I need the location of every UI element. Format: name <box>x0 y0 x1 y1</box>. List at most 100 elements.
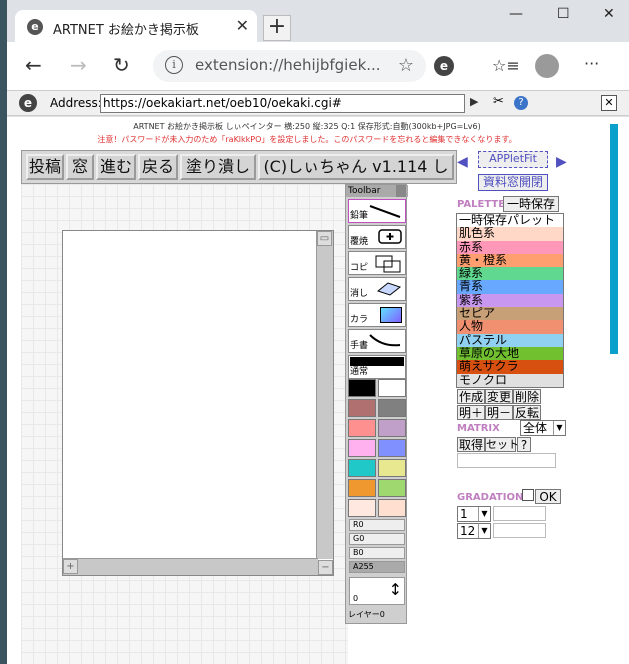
document-window-toggle[interactable]: 資料窓開閉 <box>478 174 548 191</box>
redo-button[interactable]: 進む <box>96 154 136 180</box>
go-icon[interactable]: ▶ <box>470 95 478 108</box>
reload-icon[interactable]: ↻ <box>113 53 130 77</box>
gradation-input-1[interactable] <box>493 506 546 521</box>
palette-item[interactable]: 草原の大地 <box>457 346 563 361</box>
freehand-tool[interactable]: 手書 <box>348 329 406 353</box>
gradation-checkbox[interactable] <box>522 489 534 501</box>
ie-tab-extension-icon[interactable]: e <box>434 56 454 76</box>
delete-button[interactable]: 削除 <box>513 389 541 404</box>
color-swatch[interactable] <box>378 419 406 437</box>
address-bar[interactable]: i extension://hehijbfgiek... ☆ <box>153 50 426 82</box>
palette-item[interactable]: 青系 <box>457 280 563 294</box>
palette-item[interactable]: 萌えサクラ <box>457 360 563 374</box>
palette-item[interactable]: 一時保存パレット <box>457 214 563 228</box>
color-swatch[interactable] <box>348 379 376 397</box>
color-swatch[interactable] <box>348 399 376 417</box>
color-swatch[interactable] <box>348 479 376 497</box>
invert-button[interactable]: 反転 <box>513 405 541 420</box>
tab-artnet[interactable]: e ARTNET お絵かき掲示板 ✕ <box>15 10 257 44</box>
gradation-input-2[interactable] <box>493 523 546 538</box>
zoom-in-button[interactable]: + <box>63 559 78 574</box>
red-slider[interactable]: R0 <box>349 519 405 531</box>
menu-icon[interactable]: ··· <box>584 54 599 73</box>
undo-button[interactable]: 戻る <box>138 154 178 180</box>
layer-label[interactable]: レイヤー0 <box>346 609 406 620</box>
eraser-tool[interactable]: 消し <box>348 277 406 301</box>
arrow-left-icon[interactable]: ◀ <box>457 154 468 170</box>
palette-item[interactable]: 肌色系 <box>457 227 563 241</box>
get-button[interactable]: 取得 <box>457 437 485 452</box>
tab-close-icon[interactable]: ✕ <box>236 16 249 35</box>
drawing-canvas[interactable]: ▭ + − <box>62 230 334 576</box>
gradation-ok-button[interactable]: OK <box>535 489 561 504</box>
color-swatch[interactable] <box>378 399 406 417</box>
info-icon[interactable]: i <box>165 56 183 74</box>
address-url[interactable]: extension://hehijbfgiek... <box>195 56 381 74</box>
dodge-tool[interactable]: 覆焼 <box>348 225 406 249</box>
palette-item[interactable]: セピア <box>457 307 563 321</box>
color-swatch[interactable] <box>378 459 406 477</box>
palette-item[interactable]: 紫系 <box>457 293 563 308</box>
new-tab-button[interactable]: + <box>263 15 291 41</box>
blue-slider[interactable]: B0 <box>349 547 405 559</box>
tools-icon[interactable]: ✂ <box>493 94 504 109</box>
matrix-select[interactable]: 全体 ▼ <box>520 420 566 436</box>
close-bar-icon[interactable]: ✕ <box>601 95 617 111</box>
favorite-star-icon[interactable]: ☆ <box>398 55 414 76</box>
profile-avatar[interactable] <box>535 54 559 78</box>
help-icon[interactable]: ? <box>514 96 528 110</box>
color-swatch[interactable] <box>348 439 376 457</box>
ie-address-input[interactable]: https://oekakiart.net/oeb10/oekaki.cgi# <box>100 94 465 113</box>
brighten-button[interactable]: 明＋ <box>457 405 485 420</box>
maximize-icon[interactable]: ☐ <box>557 6 570 22</box>
back-icon[interactable]: ← <box>25 53 42 77</box>
applet-fit-button[interactable]: APPletFit <box>478 151 548 168</box>
temp-save-button[interactable]: 一時保存 <box>503 196 559 212</box>
palette-item[interactable]: 緑系 <box>457 267 563 281</box>
favorites-icon[interactable]: ☆≡ <box>492 56 520 75</box>
brush-size-box[interactable]: 0 ↕ <box>349 577 405 605</box>
size-arrow-icon[interactable]: ↕ <box>389 579 402 601</box>
palette-item[interactable]: 人物 <box>457 320 563 334</box>
normal-mode[interactable]: 通常 <box>348 355 406 379</box>
color-tool[interactable]: カラ <box>348 303 406 327</box>
gradation-select-2[interactable]: 12 ▼ <box>457 523 491 539</box>
alpha-slider[interactable]: A255 <box>349 561 405 573</box>
vertical-scrollbar[interactable]: ▭ <box>316 231 333 559</box>
horizontal-scrollbar[interactable]: + <box>63 558 318 575</box>
arrow-right-icon[interactable]: ▶ <box>556 154 567 170</box>
set-button[interactable]: セット <box>485 437 519 452</box>
matrix-help-button[interactable]: ? <box>517 437 531 452</box>
color-swatch[interactable] <box>378 439 406 457</box>
darken-button[interactable]: 明－ <box>485 405 513 420</box>
minimize-icon[interactable]: — <box>509 6 523 22</box>
toolbar-collapse-icon[interactable] <box>396 185 406 197</box>
palette-list[interactable]: 一時保存パレット 肌色系 赤系 黄・橙系 緑系 青系 紫系 セピア 人物 パステル 草原の大地 萌えサ… <box>456 213 564 388</box>
color-swatch[interactable] <box>378 379 406 397</box>
matrix-input[interactable] <box>457 453 556 468</box>
pencil-tool[interactable]: 鉛筆 <box>348 199 406 223</box>
green-slider[interactable]: G0 <box>349 533 405 545</box>
forward-icon[interactable]: → <box>70 53 87 77</box>
zoom-out-button[interactable]: − <box>318 560 333 575</box>
gradation-select-1[interactable]: 1 ▼ <box>457 506 491 522</box>
scroll-up-button[interactable]: ▭ <box>317 231 332 246</box>
color-swatch[interactable] <box>378 479 406 497</box>
color-swatch[interactable] <box>378 499 406 517</box>
palette-item[interactable]: モノクロ <box>457 373 563 387</box>
copyright-button[interactable]: (C)しぃちゃん v1.114 し <box>258 154 454 180</box>
window-button[interactable]: 窓 <box>66 154 94 180</box>
color-swatch[interactable] <box>348 459 376 477</box>
close-window-icon[interactable]: ✕ <box>603 6 615 22</box>
color-swatch[interactable] <box>348 499 376 517</box>
fill-button[interactable]: 塗り潰し <box>180 154 256 180</box>
modify-button[interactable]: 変更 <box>485 389 513 404</box>
palette-item[interactable]: 黄・橙系 <box>457 253 563 268</box>
copy-tool[interactable]: コピ <box>348 251 406 275</box>
post-button[interactable]: 投稿 <box>26 154 64 180</box>
create-button[interactable]: 作成 <box>457 389 485 404</box>
palette-item[interactable]: パステル <box>457 333 563 347</box>
color-swatch[interactable] <box>348 419 376 437</box>
palette-item[interactable]: 赤系 <box>457 240 563 254</box>
page-scrollbar[interactable] <box>610 124 618 354</box>
